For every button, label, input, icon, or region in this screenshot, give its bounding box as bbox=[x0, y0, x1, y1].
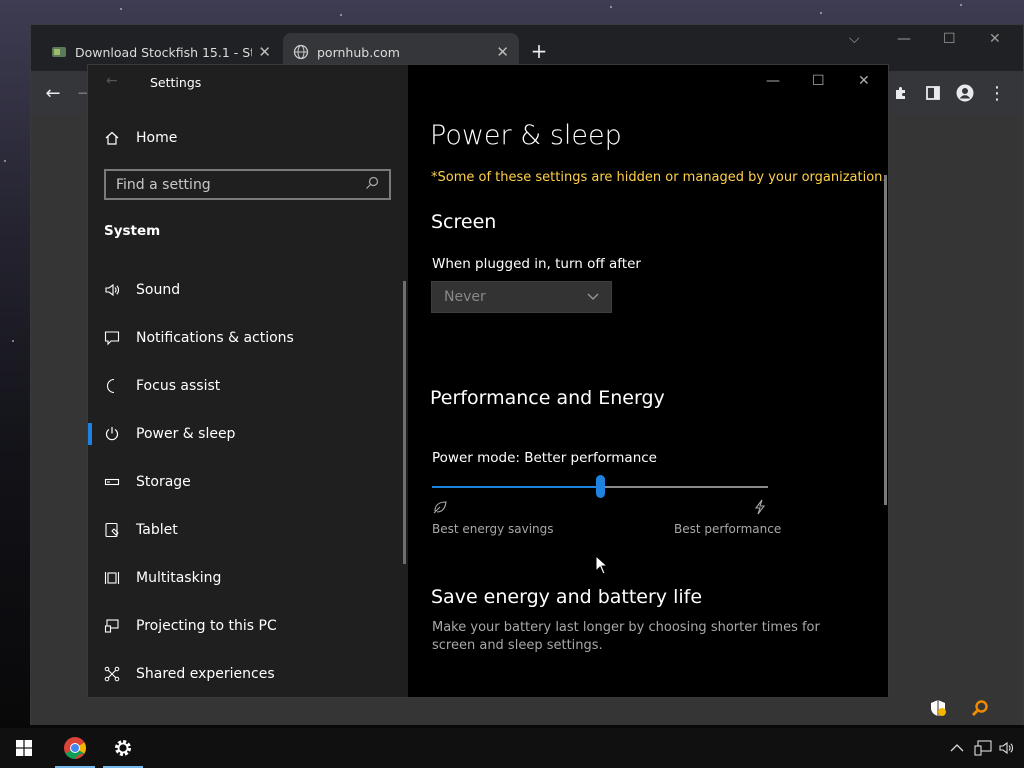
plugged-in-label: When plugged in, turn off after bbox=[432, 256, 641, 272]
shield-warning-icon[interactable] bbox=[929, 699, 949, 719]
power-mode-slider-fill bbox=[432, 486, 600, 488]
leaf-icon bbox=[432, 499, 448, 519]
search-icon bbox=[365, 176, 379, 194]
save-energy-description: Make your battery last longer by choosin… bbox=[432, 620, 820, 653]
settings-nav: ← Settings Home Find a setting System So… bbox=[88, 65, 408, 697]
side-panel-icon[interactable] bbox=[921, 81, 945, 105]
power-mode-label: Power mode: Better performance bbox=[432, 450, 657, 466]
nav-item-focus-assist[interactable]: Focus assist bbox=[88, 364, 408, 408]
screen-heading: Screen bbox=[431, 211, 497, 233]
nav-home-label: Home bbox=[136, 130, 178, 146]
screen-timeout-dropdown[interactable]: Never bbox=[431, 281, 612, 313]
browser-maximize-button[interactable]: ☐ bbox=[943, 31, 956, 47]
moon-icon bbox=[88, 378, 136, 394]
power-icon bbox=[88, 426, 136, 442]
slider-max-label: Best performance bbox=[674, 522, 782, 536]
multitasking-icon bbox=[88, 570, 136, 586]
settings-close-button[interactable]: ✕ bbox=[858, 73, 870, 89]
nav-item-label: Sound bbox=[136, 282, 181, 298]
power-mode-slider-thumb[interactable] bbox=[596, 475, 605, 498]
tab-close-icon[interactable]: ✕ bbox=[258, 43, 271, 61]
lightning-icon bbox=[752, 499, 768, 519]
tab-search-icon[interactable]: ⌵ bbox=[849, 31, 860, 47]
slider-min-label: Best energy savings bbox=[432, 522, 554, 536]
nav-item-shared-experiences[interactable]: Shared experiences bbox=[88, 652, 408, 696]
settings-window-title: Settings bbox=[150, 75, 202, 90]
search-icon[interactable] bbox=[971, 699, 991, 719]
nav-section-title: System bbox=[104, 223, 161, 239]
volume-icon[interactable] bbox=[998, 728, 1014, 768]
windows-start-icon[interactable] bbox=[0, 728, 48, 768]
settings-content-pane: — ☐ ✕ Power & sleep *Some of these setti… bbox=[408, 65, 888, 697]
browser-menu-button[interactable]: ⋮ bbox=[985, 81, 1009, 105]
speaker-icon bbox=[88, 282, 136, 298]
mouse-cursor-icon bbox=[595, 554, 609, 579]
nav-item-label: Power & sleep bbox=[136, 426, 236, 442]
nav-item-label: Shared experiences bbox=[136, 666, 275, 682]
performance-energy-heading: Performance and Energy bbox=[430, 387, 665, 409]
projecting-icon bbox=[88, 618, 136, 634]
nav-item-projecting[interactable]: Projecting to this PC bbox=[88, 604, 408, 648]
taskbar bbox=[0, 728, 1024, 768]
nav-item-tablet[interactable]: Tablet bbox=[88, 508, 408, 552]
nav-item-label: Storage bbox=[136, 474, 191, 490]
tab-title: Download Stockfish 15.1 - Stockfish bbox=[75, 44, 252, 60]
settings-window: ← Settings Home Find a setting System So… bbox=[88, 65, 888, 697]
content-scrollbar[interactable] bbox=[884, 175, 887, 505]
browser-back-button[interactable]: ← bbox=[41, 81, 65, 105]
tab-close-icon[interactable]: ✕ bbox=[496, 43, 509, 61]
nav-item-notifications[interactable]: Notifications & actions bbox=[88, 316, 408, 360]
home-icon bbox=[88, 130, 136, 146]
browser-minimize-button[interactable]: — bbox=[897, 31, 911, 47]
find-setting-input[interactable]: Find a setting bbox=[104, 169, 391, 200]
nav-home[interactable]: Home bbox=[88, 116, 408, 160]
notification-icon bbox=[88, 330, 136, 346]
org-managed-notice: *Some of these settings are hidden or ma… bbox=[431, 170, 887, 185]
puzzle-icon[interactable] bbox=[889, 81, 913, 105]
network-icon[interactable] bbox=[974, 728, 992, 768]
nav-scrollbar[interactable] bbox=[403, 281, 406, 564]
tab-title: pornhub.com bbox=[317, 44, 400, 60]
chevron-down-icon bbox=[587, 289, 599, 305]
nav-item-multitasking[interactable]: Multitasking bbox=[88, 556, 408, 600]
chrome-icon[interactable] bbox=[51, 728, 99, 768]
nav-item-label: Focus assist bbox=[136, 378, 221, 394]
nav-item-label: Multitasking bbox=[136, 570, 222, 586]
browser-close-button[interactable]: ✕ bbox=[989, 31, 1001, 47]
profile-icon[interactable] bbox=[953, 81, 977, 105]
nav-item-label: Projecting to this PC bbox=[136, 618, 277, 634]
nav-item-label: Tablet bbox=[136, 522, 178, 538]
globe-icon bbox=[293, 44, 309, 60]
settings-gear-icon[interactable] bbox=[99, 728, 147, 768]
settings-minimize-button[interactable]: — bbox=[766, 73, 780, 89]
stockfish-favicon-icon bbox=[51, 44, 67, 60]
chevron-up-icon[interactable] bbox=[950, 728, 964, 768]
page-title: Power & sleep bbox=[430, 120, 622, 151]
dropdown-value: Never bbox=[444, 289, 486, 305]
storage-icon bbox=[88, 474, 136, 490]
search-placeholder: Find a setting bbox=[116, 176, 211, 193]
save-energy-heading: Save energy and battery life bbox=[431, 586, 703, 608]
tablet-icon bbox=[88, 522, 136, 538]
nav-item-sound[interactable]: Sound bbox=[88, 268, 408, 312]
shared-experiences-icon bbox=[88, 666, 136, 682]
new-tab-button[interactable]: + bbox=[527, 39, 551, 63]
nav-item-label: Notifications & actions bbox=[136, 330, 294, 346]
nav-item-power-sleep[interactable]: Power & sleep bbox=[88, 412, 408, 456]
nav-item-storage[interactable]: Storage bbox=[88, 460, 408, 504]
settings-back-button[interactable]: ← bbox=[106, 73, 118, 89]
settings-maximize-button[interactable]: ☐ bbox=[812, 73, 825, 89]
